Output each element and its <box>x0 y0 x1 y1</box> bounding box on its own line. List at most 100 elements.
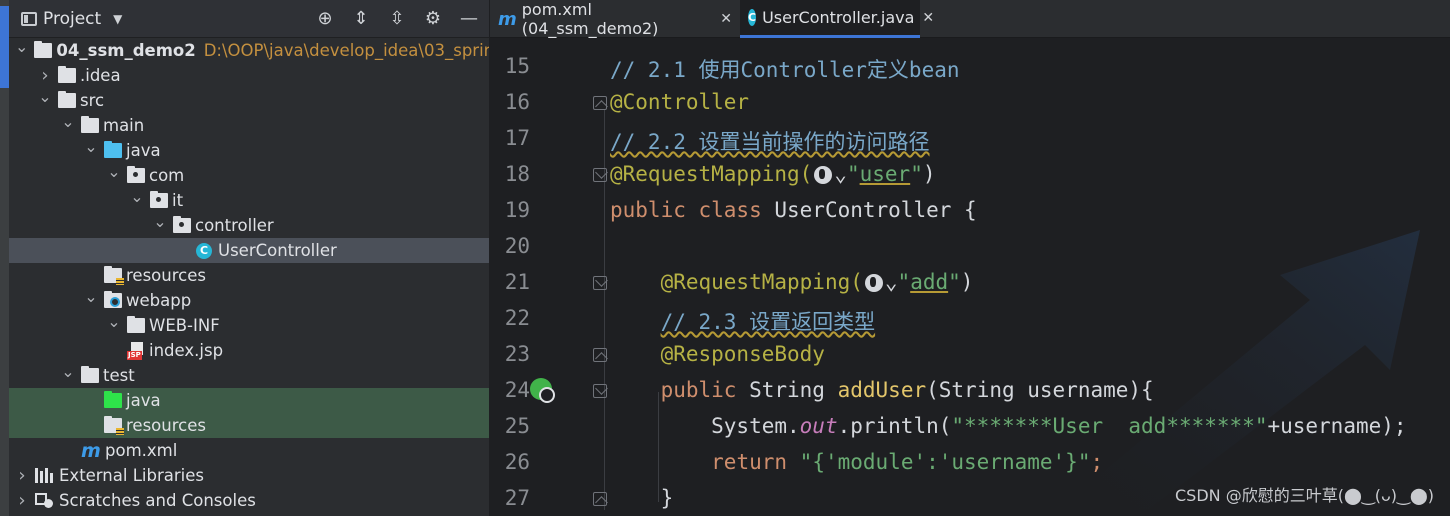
code-line[interactable]: 20 <box>490 229 1450 265</box>
tree-item-webapp[interactable]: ⌄ webapp <box>9 287 489 313</box>
tab-label: UserController.java <box>762 8 915 27</box>
collapse-all-icon[interactable]: ⇳ <box>387 8 407 29</box>
folder-icon <box>81 366 99 383</box>
tree-item-web-inf[interactable]: ⌄ WEB-INF <box>9 312 489 338</box>
tree-item-pom-xml[interactable]: ›mpom.xml <box>9 438 489 463</box>
fold-marker-icon[interactable] <box>593 96 607 110</box>
fold-marker-icon[interactable] <box>593 492 607 506</box>
tree-item-java[interactable]: ›java <box>9 388 489 413</box>
folder-icon <box>58 91 76 108</box>
test-root-folder-icon <box>104 391 122 408</box>
tab-pom-xml-04-ssm-demo2-[interactable]: m pom.xml (04_ssm_demo2) ✕ <box>490 0 740 38</box>
code-editor[interactable]: m pom.xml (04_ssm_demo2) ✕ C UserController.… <box>490 0 1450 516</box>
code-line[interactable]: 18 @RequestMapping(⌄"user") <box>490 157 1450 193</box>
chevron-down-icon[interactable]: ⌄ <box>84 137 98 156</box>
tree-item-label: java <box>126 141 161 160</box>
tab-label: pom.xml (04_ssm_demo2) <box>521 0 659 38</box>
code-line[interactable]: 21 @RequestMapping(⌄"add") <box>490 265 1450 301</box>
line-number: 20 <box>504 234 530 258</box>
tree-item-controller[interactable]: ⌄ controller <box>9 212 489 238</box>
code-line[interactable]: 25 System.out.println("*******User add**… <box>490 409 1450 445</box>
tree-item-external-libraries[interactable]: › External Libraries <box>9 463 489 488</box>
tree-item-label: UserController <box>218 241 337 260</box>
tree-item-it[interactable]: ⌄ it <box>9 187 489 213</box>
fold-marker-icon[interactable] <box>593 276 607 290</box>
tree-item-test[interactable]: ⌄ test <box>9 362 489 388</box>
chevron-down-icon[interactable]: ⌄ <box>107 162 121 181</box>
gear-icon[interactable]: ⚙ <box>423 8 443 29</box>
code-line[interactable]: 16 @Controller <box>490 85 1450 121</box>
chevron-right-icon[interactable]: › <box>38 65 52 86</box>
tree-item-main[interactable]: ⌄ main <box>9 112 489 138</box>
expand-all-icon[interactable]: ⇕ <box>351 8 371 29</box>
project-panel: Project ▼ ⊕ ⇕ ⇳ ⚙ — ⌄ 04_ssm_demo2 D:\OOP\… <box>9 0 489 516</box>
chevron-right-icon[interactable]: › <box>15 490 29 511</box>
code-line[interactable]: 19 public class UserController { <box>490 193 1450 229</box>
code-text: @ResponseBody <box>610 342 825 366</box>
code-token: } <box>610 486 674 510</box>
code-line[interactable]: 22 // 2.3 设置返回类型 <box>490 301 1450 337</box>
tree-item-com[interactable]: ⌄ com <box>9 162 489 188</box>
chevron-down-icon[interactable]: ⌄ <box>61 112 75 131</box>
hide-panel-icon[interactable]: — <box>459 8 479 29</box>
code-token: add <box>910 270 949 294</box>
chevron-down-icon[interactable]: ⌄ <box>107 312 121 331</box>
left-tool-strip <box>0 0 9 516</box>
code-line[interactable]: 24 public String addUser(String username… <box>490 373 1450 409</box>
code-text: // 2.1 使用Controller定义bean <box>610 54 960 84</box>
tab-usercontroller-java[interactable]: C UserController.java ✕ <box>740 0 934 38</box>
close-icon[interactable]: ✕ <box>922 10 934 26</box>
chevron-down-icon[interactable]: ⌄ <box>15 37 28 56</box>
code-token: "{'module':'username'}" <box>799 450 1091 474</box>
tree-item-04-ssm-demo2[interactable]: ⌄ 04_ssm_demo2 D:\OOP\java\develop_idea\03… <box>9 37 489 63</box>
tree-item-label: pom.xml <box>105 441 178 460</box>
tree-item-usercontroller[interactable]: ›CUserController <box>9 238 489 263</box>
tree-item-label: resources <box>126 266 206 285</box>
code-line[interactable]: 15 // 2.1 使用Controller定义bean <box>490 49 1450 85</box>
chevron-down-icon[interactable]: ⌄ <box>61 362 75 381</box>
fold-marker-icon[interactable] <box>593 168 607 182</box>
tree-item-resources[interactable]: ›resources <box>9 413 489 438</box>
line-number: 21 <box>504 270 530 294</box>
code-token: System. <box>610 414 800 438</box>
project-path: D:\OOP\java\develop_idea\03_springMVC <box>203 41 489 60</box>
fold-marker-icon[interactable] <box>593 384 607 398</box>
line-number: 27 <box>504 486 530 510</box>
fold-marker-icon[interactable] <box>593 348 607 362</box>
code-token: " <box>846 162 860 186</box>
tree-item-java[interactable]: ⌄ java <box>9 137 489 163</box>
code-line[interactable]: 26 return "{'module':'username'}"; <box>490 445 1450 481</box>
chevron-right-icon[interactable]: › <box>15 465 29 486</box>
chevron-down-icon[interactable]: ⌄ <box>38 87 52 106</box>
code-token: @Controller <box>610 90 750 114</box>
folder-icon <box>34 41 53 58</box>
code-token: // 2.1 使用Controller定义bean <box>610 58 960 82</box>
tree-item-src[interactable]: ⌄ src <box>9 87 489 113</box>
code-line[interactable]: 23 @ResponseBody <box>490 337 1450 373</box>
chevron-down-icon[interactable]: ⌄ <box>153 212 167 231</box>
code-token: return <box>711 450 800 474</box>
chevron-down-icon[interactable]: ⌄ <box>130 187 144 206</box>
tree-item-scratches-and-consoles[interactable]: › Scratches and Consoles <box>9 488 489 513</box>
globe-icon[interactable] <box>814 166 833 184</box>
code-line[interactable]: 17 // 2.2 设置当前操作的访问路径 <box>490 121 1450 157</box>
code-token: // 2.2 设置当前操作的访问路径 <box>610 130 930 154</box>
tree-item--idea[interactable]: › .idea <box>9 63 489 88</box>
tree-item-label: controller <box>195 216 274 235</box>
code-token: @ResponseBody <box>660 342 825 366</box>
close-icon[interactable]: ✕ <box>720 11 732 27</box>
locate-icon[interactable]: ⊕ <box>315 8 335 29</box>
tree-item-index-jsp[interactable]: ›JSPindex.jsp <box>9 338 489 363</box>
code-token: ; <box>1090 450 1104 474</box>
chevron-down-icon[interactable]: ⌄ <box>84 287 98 306</box>
tree-item-resources[interactable]: ›resources <box>9 263 489 288</box>
endpoint-icon[interactable] <box>530 378 555 403</box>
globe-icon[interactable] <box>864 274 883 292</box>
project-tool-tab[interactable] <box>0 6 9 88</box>
code-text: @RequestMapping(⌄"add") <box>610 270 974 294</box>
web-folder-icon <box>104 291 122 308</box>
chevron-down-icon[interactable]: ▼ <box>113 12 122 26</box>
project-view-selector[interactable]: Project ▼ <box>21 9 122 29</box>
